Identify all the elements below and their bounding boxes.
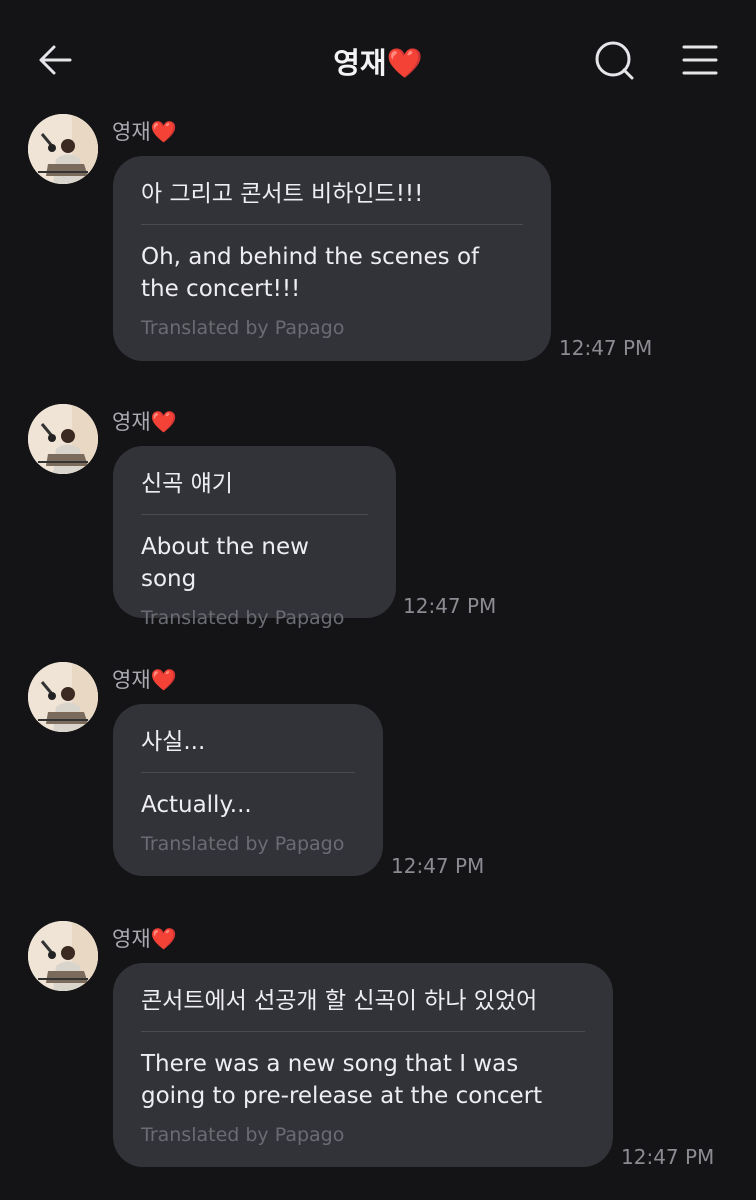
menu-icon[interactable] xyxy=(680,40,720,80)
avatar[interactable] xyxy=(28,114,98,184)
avatar[interactable] xyxy=(28,662,98,732)
sender-name: 영재❤️ xyxy=(112,664,177,694)
message-bubble[interactable]: 사실... Actually... Translated by Papago xyxy=(113,704,383,876)
translated-text: Oh, and behind the scenes of the concert… xyxy=(141,244,480,302)
original-text: 사실... xyxy=(141,729,206,755)
sender-name-text: 영재 xyxy=(112,410,151,434)
heart-icon: ❤️ xyxy=(150,668,177,692)
translation-credit: Translated by Papago xyxy=(141,833,345,855)
translation-credit: Translated by Papago xyxy=(141,317,345,339)
sender-name-text: 영재 xyxy=(112,120,151,144)
message-time: 12:47 PM xyxy=(391,854,485,878)
translated-text: Actually... xyxy=(141,792,252,818)
sender-name: 영재❤️ xyxy=(112,116,177,146)
message-time: 12:47 PM xyxy=(559,336,653,360)
avatar-image xyxy=(28,662,98,732)
translated-text: There was a new song that I was going to… xyxy=(141,1051,543,1109)
avatar-image xyxy=(28,921,98,991)
sender-name-text: 영재 xyxy=(112,927,151,951)
heart-icon: ❤️ xyxy=(150,927,177,951)
sender-name: 영재❤️ xyxy=(112,406,177,436)
translation-divider xyxy=(141,1031,585,1032)
original-text: 아 그리고 콘서트 비하인드!!! xyxy=(141,181,424,207)
sender-name: 영재❤️ xyxy=(112,923,177,953)
chat-title-text: 영재 xyxy=(333,46,387,80)
message-time: 12:47 PM xyxy=(621,1145,715,1169)
heart-icon: ❤️ xyxy=(386,46,423,80)
original-text: 콘서트에서 선공개 할 신곡이 하나 있었어 xyxy=(141,988,538,1014)
avatar-image xyxy=(28,404,98,474)
avatar-image xyxy=(28,114,98,184)
message-time: 12:47 PM xyxy=(403,594,497,618)
translation-credit: Translated by Papago xyxy=(141,607,345,629)
translation-credit: Translated by Papago xyxy=(141,1124,345,1146)
heart-icon: ❤️ xyxy=(150,410,177,434)
translation-divider xyxy=(141,514,368,515)
avatar[interactable] xyxy=(28,404,98,474)
search-icon[interactable] xyxy=(592,38,636,82)
translation-divider xyxy=(141,224,523,225)
message-bubble[interactable]: 신곡 얘기 About the new song Translated by P… xyxy=(113,446,396,629)
translated-text: About the new song xyxy=(141,534,309,592)
message-bubble[interactable]: 콘서트에서 선공개 할 신곡이 하나 있었어 There was a new s… xyxy=(113,963,613,1167)
original-text: 신곡 얘기 xyxy=(141,471,233,497)
message-bubble[interactable]: 아 그리고 콘서트 비하인드!!! Oh, and behind the sce… xyxy=(113,156,551,361)
avatar[interactable] xyxy=(28,921,98,991)
sender-name-text: 영재 xyxy=(112,668,151,692)
chat-title: 영재❤️ xyxy=(0,40,756,82)
translation-divider xyxy=(141,772,355,773)
heart-icon: ❤️ xyxy=(150,120,177,144)
chat-header: 영재❤️ xyxy=(0,0,756,118)
